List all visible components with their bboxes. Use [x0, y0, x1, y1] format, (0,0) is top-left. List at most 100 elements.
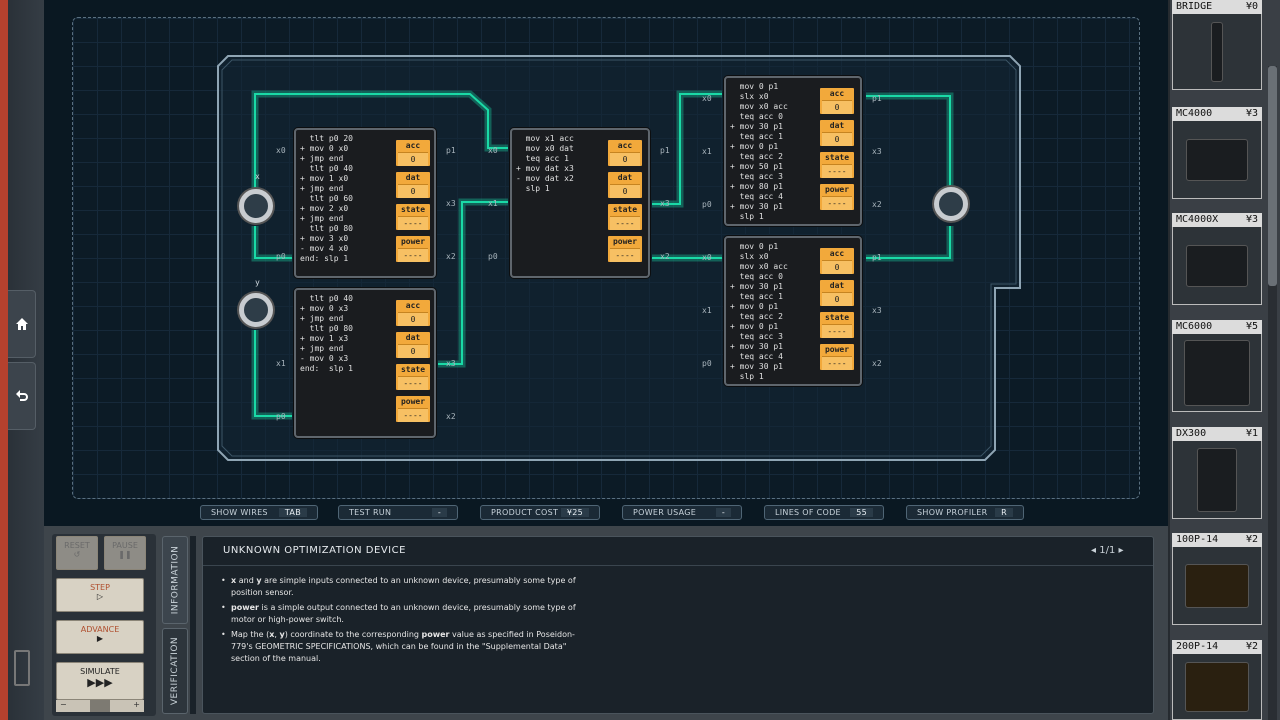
register-value: 0 [398, 312, 428, 326]
register-value: 0 [822, 292, 852, 306]
speed-slider[interactable]: − + [56, 700, 144, 712]
pin-label: p1 [660, 146, 670, 155]
chip-code[interactable]: mov x1 acc mov x0 dat teq acc 1 + mov da… [516, 134, 574, 194]
speed-plus[interactable]: + [133, 700, 140, 712]
register-label: power [400, 237, 426, 246]
part-price: ¥1 [1245, 428, 1258, 439]
pin-label: x1 [276, 359, 286, 368]
part-price: ¥5 [1245, 321, 1258, 332]
reset-icon: ↺ [73, 550, 81, 559]
pin-label: x1 [488, 199, 498, 208]
part-name: MC4000X [1176, 214, 1219, 225]
register-value: ---- [610, 216, 640, 230]
pin-label: p1 [446, 146, 456, 155]
register-label: acc [405, 301, 421, 310]
pin-label: x3 [872, 306, 882, 315]
register-label: state [400, 205, 426, 214]
palette-item-bridge[interactable]: BRIDGE ¥0 [1172, 0, 1262, 90]
register-value: ---- [822, 164, 852, 178]
register-label: state [824, 313, 850, 322]
tab-information[interactable]: INFORMATION [162, 536, 188, 624]
dat-register: dat 0 [820, 120, 854, 146]
info-bullet: Map the (x, y) coordinate to the corresp… [221, 629, 581, 665]
pin-label: p0 [488, 252, 498, 261]
part-price: ¥3 [1245, 108, 1258, 119]
reset-button[interactable]: RESET ↺ [56, 536, 98, 570]
label: PRODUCT COST [491, 508, 559, 517]
pin-label: p0 [276, 252, 286, 261]
part-name: MC4000 [1176, 108, 1213, 119]
pin-label: x0 [276, 146, 286, 155]
y-input-sensor[interactable] [239, 293, 273, 327]
simulate-icon: ▶▶▶ [87, 676, 113, 689]
text: is a simple output connected to an unkno… [231, 603, 576, 624]
io-y-label: y [255, 278, 260, 287]
speed-slider-handle[interactable] [90, 700, 110, 712]
part-price: ¥2 [1245, 641, 1258, 652]
pin-label: p0 [702, 200, 712, 209]
prev-page-icon[interactable]: ◂ [1091, 545, 1096, 556]
memory-chip-icon [1185, 661, 1249, 712]
register-value: 0 [822, 132, 852, 146]
part-name: BRIDGE [1176, 1, 1213, 12]
palette-item-mc4000x[interactable]: MC4000X ¥3 [1172, 213, 1262, 305]
register-stack: acc 0 dat 0 state ---- power ---- [396, 300, 430, 424]
state-register: state ---- [820, 152, 854, 178]
show-profiler-button[interactable]: SHOW PROFILER R [906, 505, 1024, 520]
mc-chip-1[interactable]: tlt p0 20 + mov 0 x0 + jmp end tlt p0 40… [294, 128, 436, 278]
speed-minus[interactable]: − [60, 700, 67, 712]
register-value: ---- [398, 216, 428, 230]
x-input-sensor[interactable] [239, 189, 273, 223]
register-label: state [824, 153, 850, 162]
palette-item-200p-14[interactable]: 200P-14 ¥2 [1172, 640, 1262, 720]
tab-label: INFORMATION [170, 545, 180, 615]
strong-text: power [231, 603, 259, 612]
simulate-button[interactable]: SIMULATE ▶▶▶ [56, 662, 144, 700]
palette-header: MC6000 ¥5 [1172, 320, 1262, 334]
info-bullet: power is a simple output connected to an… [221, 602, 581, 626]
pin-label: x0 [702, 94, 712, 103]
value: - [431, 508, 447, 517]
next-page-icon[interactable]: ▸ [1119, 545, 1124, 556]
register-value: ---- [822, 356, 852, 370]
register-stack: acc 0 dat 0 state ---- power ---- [608, 140, 642, 264]
hotkey: TAB [278, 508, 307, 517]
page-indicator: 1/1 [1099, 545, 1116, 556]
acc-register: acc 0 [820, 88, 854, 114]
part-price: ¥2 [1245, 534, 1258, 545]
register-value: 0 [610, 152, 640, 166]
label: TEST RUN [349, 508, 392, 517]
mc-chip-2[interactable]: tlt p0 40 + mov 0 x3 + jmp end tlt p0 80… [294, 288, 436, 438]
chip-code[interactable]: mov 0 p1 slx x0 mov x0 acc teq acc 0 + m… [730, 82, 788, 222]
pause-button[interactable]: PAUSE ❚❚ [104, 536, 146, 570]
mc-chip-5[interactable]: mov 0 p1 slx x0 mov x0 acc teq acc 0 + m… [724, 236, 862, 386]
show-wires-button[interactable]: SHOW WIRES TAB [200, 505, 318, 520]
tab-verification[interactable]: VERIFICATION [162, 628, 188, 714]
palette-item-mc6000[interactable]: MC6000 ¥5 [1172, 320, 1262, 412]
dx300-icon [1197, 447, 1237, 512]
chip-code[interactable]: tlt p0 20 + mov 0 x0 + jmp end tlt p0 40… [300, 134, 353, 264]
power-register: power ---- [820, 184, 854, 210]
register-label: power [824, 185, 850, 194]
power-output-device[interactable] [934, 187, 968, 221]
dat-register: dat 0 [608, 172, 642, 198]
mc-chip-3[interactable]: mov x1 acc mov x0 dat teq acc 1 + mov da… [510, 128, 650, 278]
advance-button[interactable]: ADVANCE ▶ [56, 620, 144, 654]
register-value: ---- [610, 248, 640, 262]
power-register: power ---- [608, 236, 642, 262]
palette-item-100p-14[interactable]: 100P-14 ¥2 [1172, 533, 1262, 625]
pin-label: p1 [872, 94, 882, 103]
info-body: x and y are simple inputs connected to a… [221, 575, 581, 668]
step-button[interactable]: STEP ▷ [56, 578, 144, 612]
palette-item-mc4000[interactable]: MC4000 ¥3 [1172, 107, 1262, 199]
palette-item-dx300[interactable]: DX300 ¥1 [1172, 427, 1262, 519]
bridge-icon [1211, 21, 1223, 82]
register-label: power [612, 237, 638, 246]
chip-code[interactable]: tlt p0 40 + mov 0 x3 + jmp end tlt p0 80… [300, 294, 353, 374]
mc-chip-4[interactable]: mov 0 p1 slx x0 mov x0 acc teq acc 0 + m… [724, 76, 862, 226]
chip-code[interactable]: mov 0 p1 slx x0 mov x0 acc teq acc 0 + m… [730, 242, 788, 382]
register-label: power [400, 397, 426, 406]
palette-header: 100P-14 ¥2 [1172, 533, 1262, 547]
palette-scrollbar-thumb[interactable] [1268, 66, 1277, 286]
acc-register: acc 0 [396, 140, 430, 166]
